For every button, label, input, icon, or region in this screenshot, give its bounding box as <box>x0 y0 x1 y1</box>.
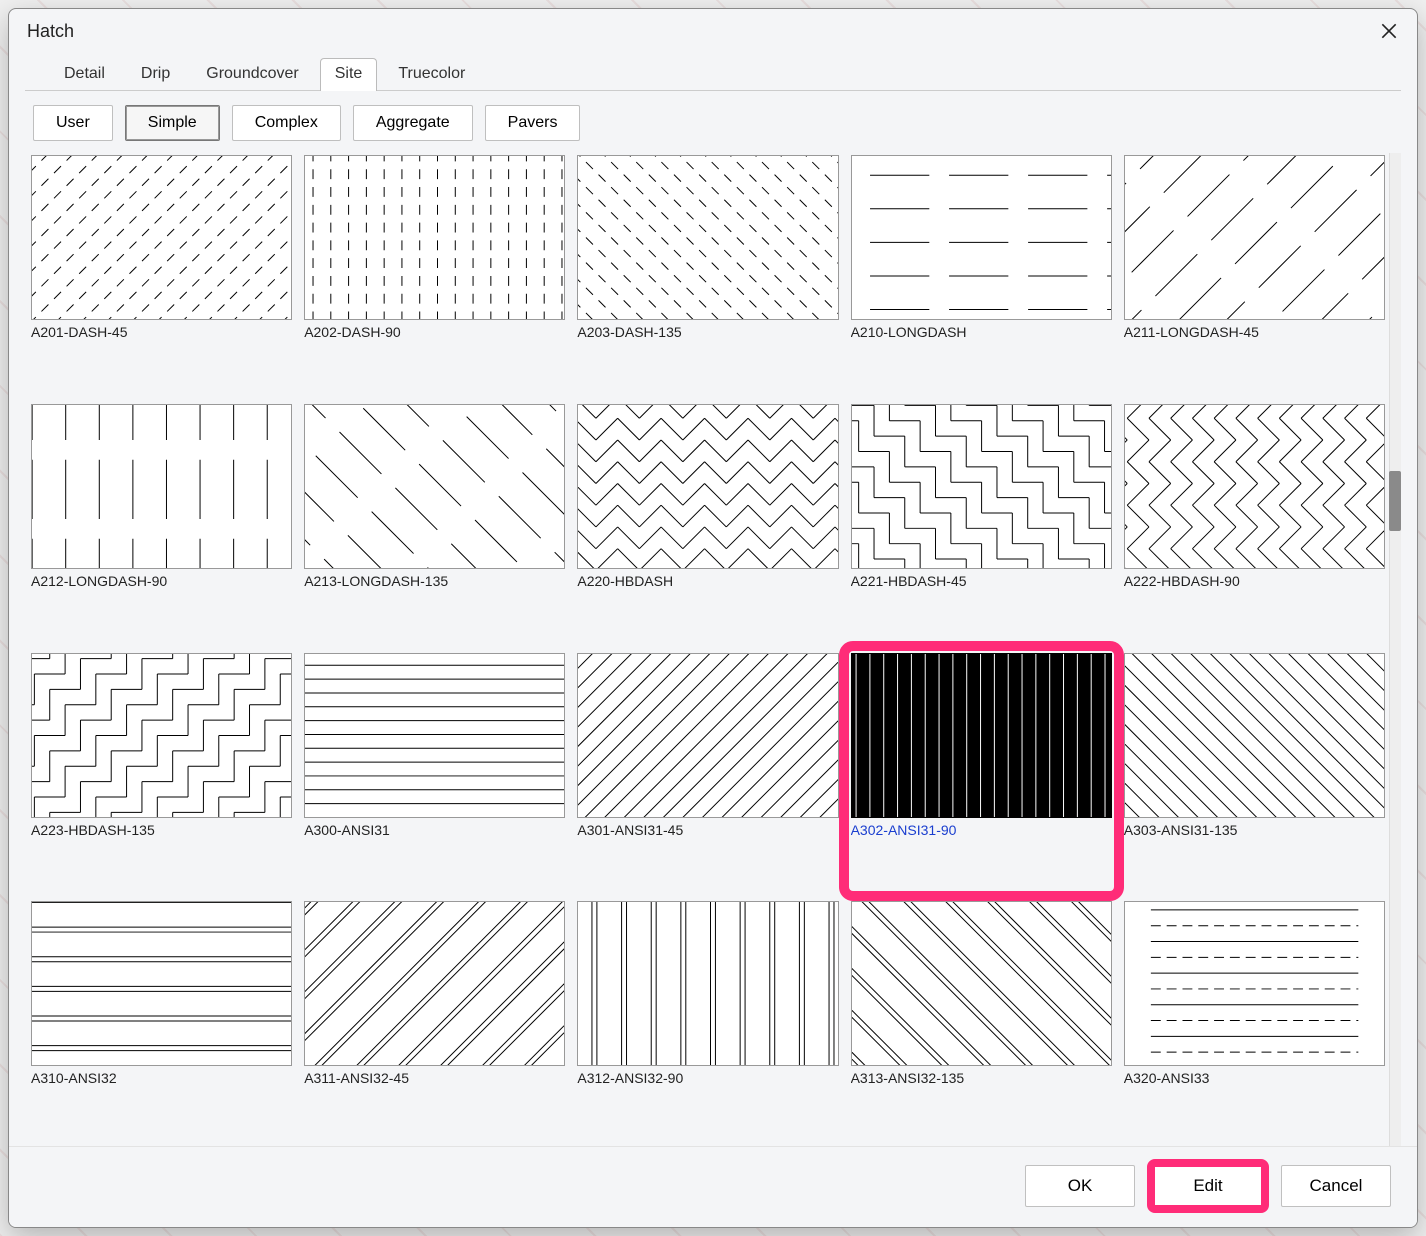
pattern-swatch <box>1124 155 1385 320</box>
ok-button[interactable]: OK <box>1025 1165 1135 1207</box>
pattern-caption: A301-ANSI31-45 <box>577 818 838 838</box>
pattern-caption: A320-ANSI33 <box>1124 1066 1385 1086</box>
pattern-a220-hbdash[interactable]: A220-HBDASH <box>577 404 838 641</box>
filter-aggregate[interactable]: Aggregate <box>353 105 473 141</box>
pattern-a312-ansi32-90[interactable]: A312-ANSI32-90 <box>577 901 838 1138</box>
pattern-swatch <box>1124 901 1385 1066</box>
pattern-swatch <box>851 404 1112 569</box>
pattern-a300-ansi31[interactable]: A300-ANSI31 <box>304 653 565 890</box>
dialog-button-row: OK Edit Cancel <box>9 1146 1417 1227</box>
tab-detail[interactable]: Detail <box>49 58 120 91</box>
filter-pavers[interactable]: Pavers <box>485 105 581 141</box>
dialog-title: Hatch <box>27 21 74 42</box>
pattern-swatch <box>577 155 838 320</box>
filter-complex[interactable]: Complex <box>232 105 341 141</box>
pattern-swatch <box>851 901 1112 1066</box>
pattern-a222-hbdash-90[interactable]: A222-HBDASH-90 <box>1124 404 1385 641</box>
pattern-caption: A202-DASH-90 <box>304 320 565 340</box>
pattern-swatch <box>851 653 1112 818</box>
pattern-caption: A211-LONGDASH-45 <box>1124 320 1385 340</box>
tab-groundcover[interactable]: Groundcover <box>191 58 314 91</box>
pattern-a221-hbdash-45[interactable]: A221-HBDASH-45 <box>851 404 1112 641</box>
pattern-a213-longdash-135[interactable]: A213-LONGDASH-135 <box>304 404 565 641</box>
tab-site[interactable]: Site <box>320 58 378 91</box>
pattern-grid[interactable]: A201-DASH-45 A202-DASH-90 A203-DASH-135 A21… <box>25 153 1385 1146</box>
pattern-swatch <box>577 404 838 569</box>
category-tabs: DetailDripGroundcoverSiteTruecolor <box>25 51 1401 91</box>
pattern-a212-longdash-90[interactable]: A212-LONGDASH-90 <box>31 404 292 641</box>
pattern-caption: A210-LONGDASH <box>851 320 1112 340</box>
pattern-caption: A203-DASH-135 <box>577 320 838 340</box>
pattern-a211-longdash-45[interactable]: A211-LONGDASH-45 <box>1124 155 1385 392</box>
pattern-a320-ansi33[interactable]: A320-ANSI33 <box>1124 901 1385 1138</box>
tab-truecolor[interactable]: Truecolor <box>383 58 480 91</box>
pattern-swatch <box>1124 404 1385 569</box>
pattern-swatch <box>851 155 1112 320</box>
pattern-a210-longdash[interactable]: A210-LONGDASH <box>851 155 1112 392</box>
scrollbar-track[interactable] <box>1389 153 1401 1146</box>
pattern-a203-dash-135[interactable]: A203-DASH-135 <box>577 155 838 392</box>
pattern-swatch <box>304 155 565 320</box>
pattern-caption: A303-ANSI31-135 <box>1124 818 1385 838</box>
pattern-a301-ansi31-45[interactable]: A301-ANSI31-45 <box>577 653 838 890</box>
pattern-caption: A220-HBDASH <box>577 569 838 589</box>
scrollbar-thumb[interactable] <box>1389 471 1401 531</box>
cancel-button[interactable]: Cancel <box>1281 1165 1391 1207</box>
pattern-a202-dash-90[interactable]: A202-DASH-90 <box>304 155 565 392</box>
pattern-caption: A221-HBDASH-45 <box>851 569 1112 589</box>
pattern-caption: A213-LONGDASH-135 <box>304 569 565 589</box>
pattern-swatch <box>304 404 565 569</box>
pattern-a223-hbdash-135[interactable]: A223-HBDASH-135 <box>31 653 292 890</box>
pattern-caption: A302-ANSI31-90 <box>851 818 1112 838</box>
pattern-swatch <box>577 653 838 818</box>
pattern-swatch <box>31 653 292 818</box>
tab-drip[interactable]: Drip <box>126 58 185 91</box>
pattern-caption: A222-HBDASH-90 <box>1124 569 1385 589</box>
pattern-swatch <box>31 404 292 569</box>
edit-button[interactable]: Edit <box>1153 1165 1263 1207</box>
pattern-caption: A212-LONGDASH-90 <box>31 569 292 589</box>
pattern-caption: A310-ANSI32 <box>31 1066 292 1086</box>
pattern-caption: A223-HBDASH-135 <box>31 818 292 838</box>
pattern-caption: A201-DASH-45 <box>31 320 292 340</box>
pattern-swatch <box>304 653 565 818</box>
pattern-a303-ansi31-135[interactable]: A303-ANSI31-135 <box>1124 653 1385 890</box>
pattern-a310-ansi32[interactable]: A310-ANSI32 <box>31 901 292 1138</box>
pattern-swatch <box>577 901 838 1066</box>
pattern-caption: A312-ANSI32-90 <box>577 1066 838 1086</box>
pattern-caption: A313-ANSI32-135 <box>851 1066 1112 1086</box>
pattern-grid-wrap: A201-DASH-45 A202-DASH-90 A203-DASH-135 A21… <box>25 153 1401 1146</box>
filter-buttons: User Simple Complex Aggregate Pavers <box>9 91 1417 153</box>
pattern-swatch <box>1124 653 1385 818</box>
pattern-caption: A311-ANSI32-45 <box>304 1066 565 1086</box>
pattern-swatch <box>304 901 565 1066</box>
pattern-caption: A300-ANSI31 <box>304 818 565 838</box>
pattern-a201-dash-45[interactable]: A201-DASH-45 <box>31 155 292 392</box>
close-button[interactable] <box>1375 17 1403 45</box>
titlebar: Hatch <box>9 9 1417 51</box>
filter-simple[interactable]: Simple <box>125 105 220 141</box>
pattern-a311-ansi32-45[interactable]: A311-ANSI32-45 <box>304 901 565 1138</box>
filter-user[interactable]: User <box>33 105 113 141</box>
pattern-swatch <box>31 155 292 320</box>
close-icon <box>1379 21 1399 41</box>
pattern-a302-ansi31-90[interactable]: A302-ANSI31-90 <box>851 653 1112 890</box>
pattern-a313-ansi32-135[interactable]: A313-ANSI32-135 <box>851 901 1112 1138</box>
pattern-swatch <box>31 901 292 1066</box>
hatch-dialog: Hatch DetailDripGroundcoverSiteTruecolor… <box>8 8 1418 1228</box>
